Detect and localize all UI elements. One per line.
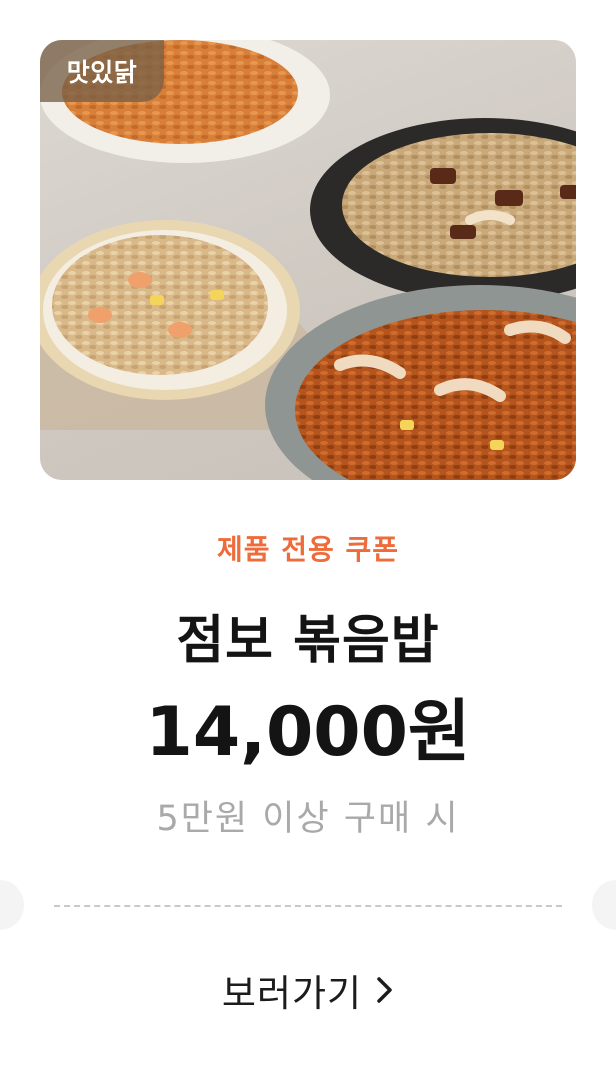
chevron-right-icon — [376, 975, 394, 1005]
product-name: 점보 볶음밥 — [176, 611, 440, 671]
product-image — [40, 40, 576, 480]
coupon-condition: 5만원 이상 구매 시 — [156, 799, 460, 839]
coupon-price: 14,000원 — [145, 693, 471, 772]
dashed-divider — [54, 905, 562, 907]
ticket-notch-left — [0, 880, 24, 930]
coupon-card: 맛있닭 제품 전용 쿠폰 점보 볶음밥 14,000원 5만원 이상 구매 시 … — [0, 0, 616, 1072]
ticket-notch-right — [592, 880, 616, 930]
view-button[interactable]: 보러가기 — [0, 945, 616, 1035]
coupon-type-label: 제품 전용 쿠폰 — [216, 533, 400, 566]
fried-rice-illustration — [40, 40, 576, 480]
view-button-label: 보러가기 — [221, 972, 363, 1015]
brand-badge: 맛있닭 — [40, 40, 164, 102]
